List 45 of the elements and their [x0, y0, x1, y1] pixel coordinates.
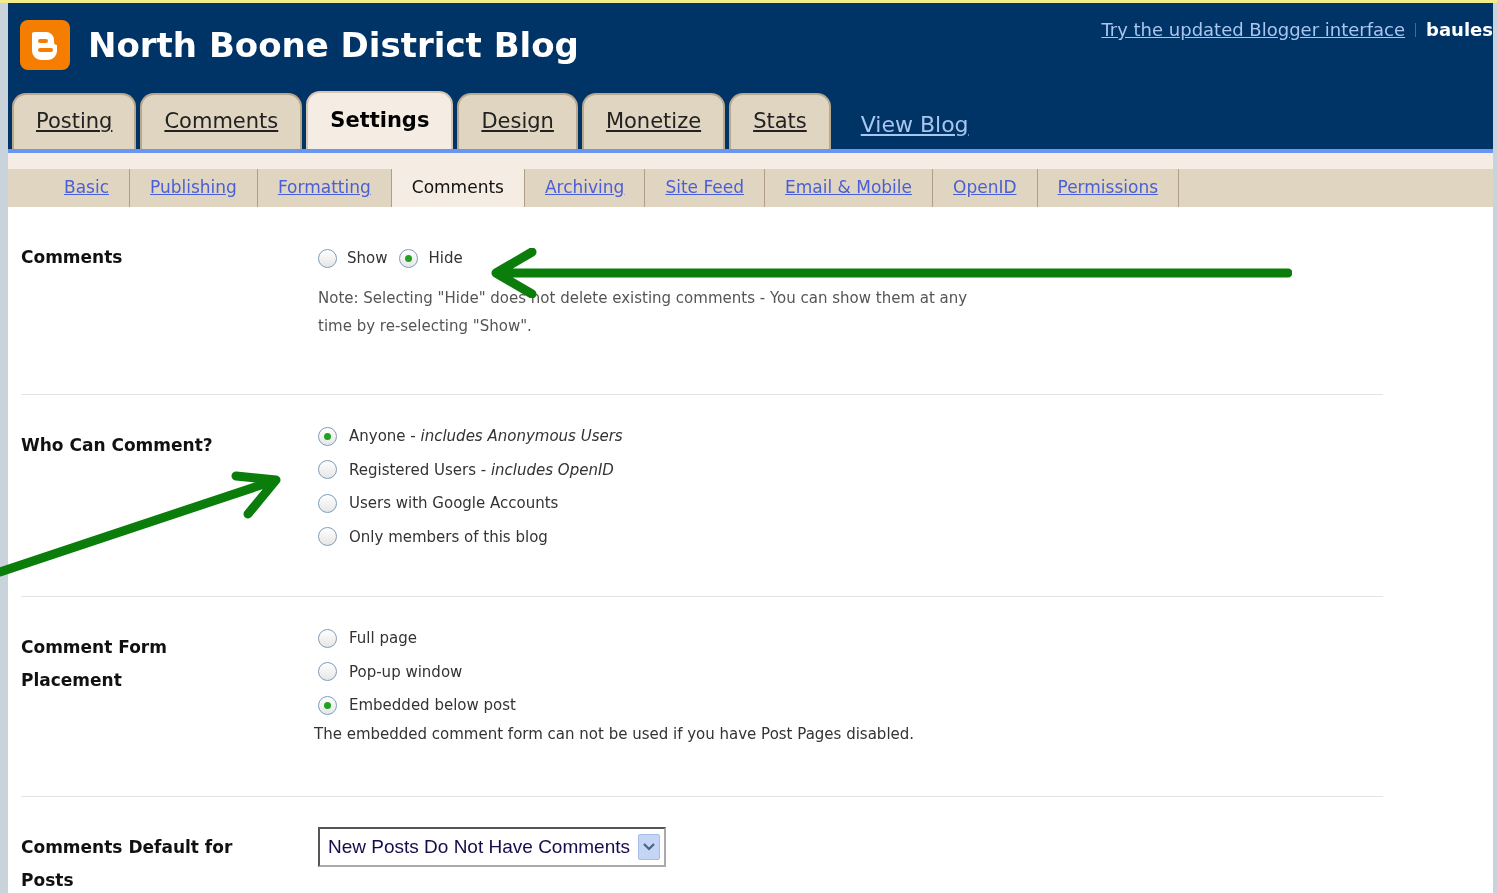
option-label: Registered Users - includes OpenID	[349, 459, 614, 481]
chevron-down-icon	[638, 834, 660, 860]
username: baules	[1426, 18, 1493, 42]
radio-button[interactable]	[318, 695, 337, 715]
option-label: Users with Google Accounts	[349, 493, 559, 514]
radio-button[interactable]	[318, 527, 337, 547]
sub-tab[interactable]: Email & Mobile	[765, 168, 933, 207]
sub-tab[interactable]: OpenID	[933, 168, 1038, 207]
dropdown[interactable]: New Posts Do Not Have Comments	[318, 827, 666, 867]
view-blog-link[interactable]: View Blog	[860, 108, 969, 142]
main-tab[interactable]: Comments	[140, 93, 303, 150]
try-new-interface-link[interactable]: Try the updated Blogger interface	[1101, 16, 1406, 43]
radio-button[interactable]	[318, 426, 337, 446]
sub-tab[interactable]: Formatting	[257, 168, 392, 207]
main-tab[interactable]: Monetize	[581, 93, 726, 150]
sub-tab[interactable]: Site Feed	[645, 168, 765, 207]
option-label: Full page	[349, 628, 417, 649]
radio-button[interactable]	[318, 460, 337, 480]
radio-button[interactable]	[318, 493, 337, 513]
radio-button[interactable]	[399, 248, 419, 268]
note-text: The embedded comment form can not be used if you have Post Pages disabled.	[314, 723, 916, 745]
setting-label: Who Can Comment?	[21, 434, 214, 457]
option-label: Hide	[428, 248, 463, 269]
sub-tab[interactable]: Publishing	[130, 168, 258, 207]
main-tab[interactable]: Stats	[729, 93, 831, 150]
setting-label: Comments Default for Posts	[21, 836, 234, 892]
radio-button[interactable]	[318, 662, 337, 682]
main-tab[interactable]: Settings	[306, 91, 454, 150]
main-tab[interactable]: Posting	[12, 93, 137, 150]
sub-tab[interactable]: Comments	[391, 168, 525, 207]
logo-icon	[20, 20, 70, 70]
setting-label: Comments	[21, 246, 124, 269]
blog-title: North Boone District Blog	[88, 28, 579, 62]
option-label: Embedded below post	[349, 695, 516, 716]
radio-button[interactable]	[318, 248, 337, 268]
sub-tab[interactable]: Archiving	[524, 168, 646, 207]
option-label: Anyone - includes Anonymous Users	[349, 426, 623, 447]
radio-button[interactable]	[318, 628, 337, 648]
sub-tab[interactable]: Permissions	[1037, 168, 1180, 207]
option-label: Pop-up window	[349, 661, 463, 683]
main-tab[interactable]: Design	[457, 93, 578, 150]
setting-label: Comment Form Placement	[21, 636, 168, 692]
option-label: Only members of this blog	[349, 526, 548, 548]
option-label: Show	[347, 248, 388, 269]
sub-tab[interactable]: Basic	[44, 168, 130, 207]
